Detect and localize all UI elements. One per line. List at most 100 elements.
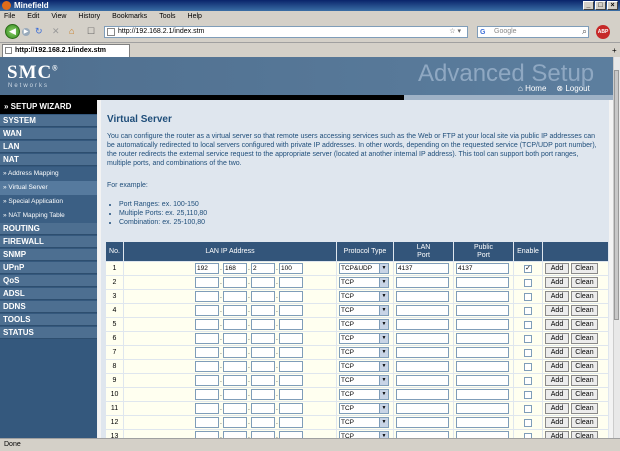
ip-octet-4[interactable] [279,375,303,386]
protocol-select[interactable]: TCP ▼ [339,431,389,438]
enable-checkbox[interactable] [524,348,532,357]
ip-octet-2[interactable] [223,291,247,302]
sidebar-sub-nat-mapping-table[interactable]: » NAT Mapping Table [0,209,97,223]
reload-icon[interactable]: ↻ [35,27,43,36]
ip-octet-1[interactable]: 192 [195,263,219,274]
ip-octet-2[interactable] [223,347,247,358]
add-button[interactable]: Add [545,431,569,438]
add-button[interactable]: Add [545,389,569,400]
minimize-button[interactable]: _ [583,1,594,10]
clean-button[interactable]: Clean [570,403,598,414]
lan-port-input[interactable] [396,417,449,428]
ip-octet-2[interactable] [223,277,247,288]
enable-checkbox[interactable] [524,306,532,315]
ip-octet-3[interactable] [251,417,275,428]
protocol-select[interactable]: TCP ▼ [339,319,389,330]
bookmark-icon[interactable]: ☐ [87,27,95,36]
protocol-select[interactable]: TCP ▼ [339,333,389,344]
ip-octet-3[interactable] [251,361,275,372]
ip-octet-4[interactable] [279,291,303,302]
enable-checkbox[interactable]: ✓ [524,264,532,273]
ip-octet-2[interactable] [223,389,247,400]
lan-port-input[interactable] [396,291,449,302]
ip-octet-4[interactable] [279,277,303,288]
enable-checkbox[interactable] [524,292,532,301]
lan-port-input[interactable] [396,305,449,316]
public-port-input[interactable] [456,361,509,372]
enable-checkbox[interactable] [524,278,532,287]
clean-button[interactable]: Clean [570,389,598,400]
star-icon[interactable]: ☆ ▾ [449,27,461,37]
sidebar-item-status[interactable]: STATUS [0,327,97,339]
ip-octet-3[interactable]: 2 [251,263,275,274]
sidebar-item-adsl[interactable]: ADSL [0,288,97,300]
public-port-input[interactable] [456,347,509,358]
sidebar-item-routing[interactable]: ROUTING [0,223,97,235]
ip-octet-1[interactable] [195,375,219,386]
protocol-select[interactable]: TCP ▼ [339,361,389,372]
add-button[interactable]: Add [545,291,569,302]
address-bar[interactable]: http://192.168.2.1/index.stm ☆ ▾ [104,26,468,38]
setup-wizard-link[interactable]: » SETUP WIZARD [0,100,97,114]
add-button[interactable]: Add [545,403,569,414]
forward-button[interactable]: ▶ [22,28,30,36]
clean-button[interactable]: Clean [570,277,598,288]
menu-file[interactable]: File [4,13,15,20]
add-button[interactable]: Add [545,361,569,372]
ip-octet-1[interactable] [195,277,219,288]
sidebar-sub-virtual-server[interactable]: » Virtual Server [0,181,97,195]
back-button[interactable]: ◀ [5,24,20,39]
protocol-select[interactable]: TCP ▼ [339,375,389,386]
ip-octet-2[interactable] [223,333,247,344]
add-button[interactable]: Add [545,305,569,316]
add-button[interactable]: Add [545,375,569,386]
menu-view[interactable]: View [51,13,66,20]
search-icon[interactable]: ⌕ [582,27,587,36]
ip-octet-4[interactable] [279,347,303,358]
tab-router[interactable]: http://192.168.2.1/index.stm [2,44,130,57]
home-icon[interactable]: ⌂ [69,27,74,36]
ip-octet-3[interactable] [251,389,275,400]
protocol-select[interactable]: TCP ▼ [339,305,389,316]
lan-port-input[interactable] [396,319,449,330]
sidebar-item-tools[interactable]: TOOLS [0,314,97,326]
ip-octet-2[interactable] [223,375,247,386]
clean-button[interactable]: Clean [570,375,598,386]
ip-octet-1[interactable] [195,305,219,316]
lan-port-input[interactable] [396,347,449,358]
ip-octet-4[interactable] [279,333,303,344]
ip-octet-1[interactable] [195,333,219,344]
ip-octet-3[interactable] [251,277,275,288]
enable-checkbox[interactable] [524,390,532,399]
lan-port-input[interactable] [396,403,449,414]
protocol-select[interactable]: TCP ▼ [339,277,389,288]
sidebar-sub-special-application[interactable]: » Special Application [0,195,97,209]
clean-button[interactable]: Clean [570,319,598,330]
ip-octet-3[interactable] [251,319,275,330]
ip-octet-2[interactable] [223,319,247,330]
ip-octet-4[interactable] [279,361,303,372]
ip-octet-3[interactable] [251,305,275,316]
public-port-input[interactable] [456,417,509,428]
add-button[interactable]: Add [545,417,569,428]
sidebar-item-qos[interactable]: QoS [0,275,97,287]
ip-octet-1[interactable] [195,389,219,400]
public-port-input[interactable] [456,375,509,386]
stop-icon[interactable]: ✕ [52,27,60,36]
sidebar-item-upnp[interactable]: UPnP [0,262,97,274]
ip-octet-4[interactable] [279,403,303,414]
adblock-icon[interactable]: ABP [596,25,610,39]
new-tab-icon[interactable]: + [612,46,617,55]
ip-octet-4[interactable]: 100 [279,263,303,274]
clean-button[interactable]: Clean [570,291,598,302]
lan-port-input[interactable] [396,431,449,438]
ip-octet-1[interactable] [195,417,219,428]
protocol-select[interactable]: TCP ▼ [339,291,389,302]
menu-edit[interactable]: Edit [27,13,39,20]
public-port-input[interactable] [456,277,509,288]
ip-octet-2[interactable] [223,361,247,372]
lan-port-input[interactable]: 4137 [396,263,449,274]
scrollbar-thumb[interactable] [614,70,619,320]
ip-octet-4[interactable] [279,417,303,428]
ip-octet-4[interactable] [279,431,303,438]
